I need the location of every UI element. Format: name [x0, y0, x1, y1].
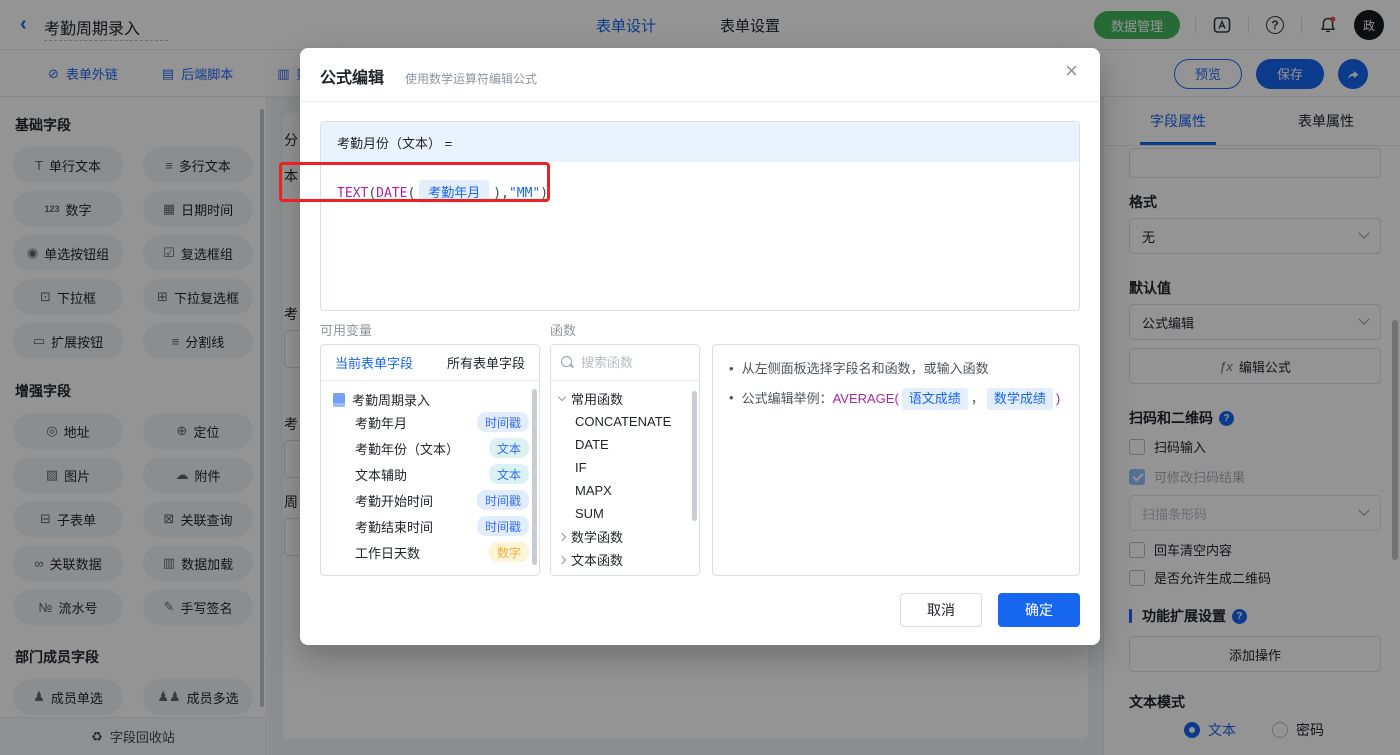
help-text: 从左侧面板选择字段名和函数，或输入函数 — [741, 361, 989, 376]
formula-field-chip[interactable]: 考勤年月 — [419, 180, 490, 203]
variables-root-node[interactable]: 考勤周期录入 — [321, 381, 539, 409]
formula-edit-modal: 公式编辑 使用数学运算符编辑公式 × 考勤月份（文本） = TEXT(DATE(… — [300, 48, 1100, 645]
formula-token-fn: TEXT — [337, 186, 369, 201]
group-label: 常用函数 — [571, 392, 624, 407]
variable-name: 考勤年月 — [355, 415, 408, 431]
variable-row[interactable]: 文本辅助 文本 — [321, 461, 539, 487]
cancel-button[interactable]: 取消 — [900, 593, 982, 627]
formula-token: , — [501, 186, 509, 201]
type-badge: 时间戳 — [476, 490, 529, 510]
help-text: 公式编辑举例：AVERAGE(语文成绩，数学成绩) — [741, 388, 1061, 410]
tab-current-form-fields[interactable]: 当前表单字段 — [335, 353, 413, 372]
variable-row[interactable]: 考勤结束时间 时间戳 — [321, 513, 539, 539]
example-field-chip: 数学成绩 — [986, 388, 1053, 410]
variable-name: 考勤开始时间 — [355, 493, 434, 509]
formula-token: ( — [368, 186, 377, 201]
modal-header-divider — [300, 101, 1100, 102]
formula-token: ( — [407, 186, 416, 201]
example-function: AVERAGE( — [832, 391, 899, 406]
function-item[interactable]: CONCATENATE — [551, 410, 699, 433]
variable-row[interactable]: 考勤开始时间 时间戳 — [321, 487, 539, 513]
variable-row[interactable]: 考勤年份（文本） 文本 — [321, 435, 539, 461]
function-group-text[interactable]: 文本函数 — [551, 548, 699, 571]
bullet: • — [729, 390, 734, 405]
search-input[interactable] — [581, 355, 689, 370]
document-icon — [333, 392, 345, 407]
variable-row[interactable]: 考勤年月 时间戳 — [321, 409, 539, 435]
formula-token-string: "MM" — [508, 186, 541, 201]
variables-label: 可用变量 — [320, 323, 373, 338]
functions-scrollbar[interactable] — [692, 391, 697, 521]
modal-title: 公式编辑 — [320, 70, 385, 87]
group-label: 文本函数 — [571, 553, 624, 568]
function-group-common[interactable]: 常用函数 — [551, 387, 699, 410]
type-badge: 文本 — [488, 464, 529, 484]
variable-name: 工作日天数 — [355, 545, 421, 561]
type-badge: 时间戳 — [476, 516, 529, 536]
formula-token: ) — [540, 186, 549, 201]
formula-target: 考勤月份（文本） = — [321, 122, 1079, 162]
group-label: 数学函数 — [571, 530, 624, 545]
modal-subtitle: 使用数学运算符编辑公式 — [405, 72, 538, 86]
example-close-paren: ) — [1055, 391, 1061, 406]
chevron-closed-icon — [557, 532, 567, 541]
variable-name: 考勤结束时间 — [355, 519, 434, 535]
formula-target-label: 考勤月份（文本） = — [337, 135, 453, 151]
variable-row[interactable]: 工作日天数 数字 — [321, 539, 539, 565]
type-badge: 文本 — [488, 438, 529, 458]
confirm-button[interactable]: 确定 — [998, 593, 1080, 627]
root-label: 考勤周期录入 — [352, 393, 431, 408]
formula-token-fn: DATE — [376, 186, 408, 201]
chevron-open-icon — [557, 392, 567, 402]
function-item[interactable]: SUM — [551, 502, 699, 525]
function-group-math[interactable]: 数学函数 — [551, 525, 699, 548]
example-comma: ， — [970, 391, 984, 406]
help-line: • 从左侧面板选择字段名和函数，或输入函数 — [729, 359, 1063, 379]
variables-tabs: 当前表单字段 所有表单字段 — [321, 345, 539, 381]
type-badge: 时间戳 — [476, 412, 529, 432]
variables-scrollbar[interactable] — [532, 389, 537, 565]
formula-editor: 考勤月份（文本） = TEXT(DATE(考勤年月),"MM") — [320, 121, 1080, 311]
function-item[interactable]: IF — [551, 456, 699, 479]
functions-panel: 常用函数 CONCATENATE DATE IF MAPX SUM 数学函数 文… — [550, 344, 700, 576]
example-field-chip: 语文成绩 — [901, 388, 968, 410]
function-item[interactable]: MAPX — [551, 479, 699, 502]
tab-all-form-fields[interactable]: 所有表单字段 — [447, 353, 525, 372]
formula-input-area[interactable]: TEXT(DATE(考勤年月),"MM") — [321, 162, 1079, 221]
type-badge: 数字 — [488, 542, 529, 562]
formula-token: ) — [493, 186, 502, 201]
chevron-closed-icon — [557, 555, 567, 564]
example-prefix: 公式编辑举例： — [741, 391, 833, 406]
formula-help-panel: • 从左侧面板选择字段名和函数，或输入函数 • 公式编辑举例：AVERAGE(语… — [712, 344, 1080, 576]
search-icon — [561, 356, 574, 369]
functions-label: 函数 — [550, 323, 577, 338]
help-line-example: • 公式编辑举例：AVERAGE(语文成绩，数学成绩) — [729, 388, 1063, 410]
function-search — [551, 345, 699, 381]
variables-panel: 当前表单字段 所有表单字段 考勤周期录入 考勤年月 时间戳 考勤年份（文本） 文本 … — [320, 344, 540, 576]
bullet: • — [729, 361, 734, 376]
variable-name: 文本辅助 — [355, 467, 408, 483]
function-list: 常用函数 CONCATENATE DATE IF MAPX SUM 数学函数 文… — [551, 381, 699, 571]
function-item[interactable]: DATE — [551, 433, 699, 456]
close-icon[interactable]: × — [1065, 60, 1078, 82]
variable-name: 考勤年份（文本） — [355, 441, 460, 457]
